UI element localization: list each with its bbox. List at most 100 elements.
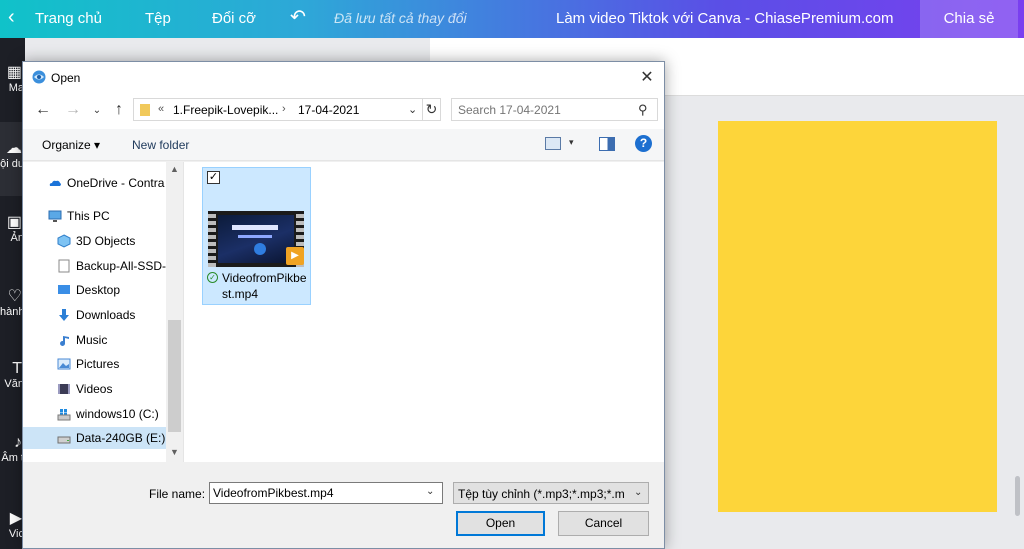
breadcrumb-segment[interactable]: 1.Freepik-Lovepik...	[173, 103, 278, 117]
play-icon: ▶	[286, 247, 304, 265]
back-arrow-icon[interactable]: ←	[33, 101, 53, 119]
navigation-pane: OneDrive - Contra This PC 3D Objects Bac…	[23, 162, 183, 462]
help-icon[interactable]: ?	[635, 135, 652, 152]
dialog-footer: File name: ⌄ Tệp tùy chỉnh (*.mp3;*.mp3;…	[23, 462, 664, 548]
canvas-scrollbar[interactable]	[1012, 96, 1024, 549]
file-name-label: VideofromPikbest.mp4	[222, 271, 307, 301]
video-thumbnail: ▶	[208, 211, 304, 267]
folder-icon	[140, 104, 150, 116]
cancel-button[interactable]: Cancel	[558, 511, 649, 536]
nav-item-label: 3D Objects	[76, 234, 136, 248]
file-list-area: ✓ ▶ ✓ VideofromPikbest.mp4	[183, 162, 664, 462]
preview-pane-icon[interactable]	[599, 137, 615, 151]
breadcrumb-overflow[interactable]: «	[158, 103, 164, 115]
nav-item-label: Backup-All-SSD-	[76, 259, 166, 273]
chevron-left-icon[interactable]: ‹	[8, 6, 15, 29]
film-strip	[208, 211, 216, 267]
scrollbar-thumb[interactable]	[1015, 476, 1020, 516]
organize-button[interactable]: Organize ▾	[42, 138, 100, 152]
nav-item-desktop[interactable]: Desktop	[23, 279, 166, 301]
nav-item-label: Videos	[76, 382, 113, 396]
this-pc-icon	[48, 210, 62, 222]
refresh-icon[interactable]: ↻	[422, 98, 440, 121]
resize-menu[interactable]: Đổi cỡ	[212, 10, 256, 27]
sync-status-icon: ✓	[207, 272, 218, 283]
nav-item-3d-objects[interactable]: 3D Objects	[23, 230, 166, 252]
nav-item-label: Pictures	[76, 357, 120, 371]
open-file-dialog: Open ✕ ← → ⌄ ↑ « 1.Freepik-Lovepik... › …	[22, 61, 665, 549]
nav-item-downloads[interactable]: Downloads	[23, 304, 166, 326]
chevron-down-icon[interactable]: ⌄	[634, 487, 642, 498]
search-icon[interactable]: ⚲	[638, 102, 648, 118]
dialog-title: Open	[51, 71, 81, 85]
nav-pane-scrollbar[interactable]: ▲ ▼	[166, 162, 183, 462]
navigation-row: ← → ⌄ ↑ « 1.Freepik-Lovepik... › 17-04-2…	[23, 93, 664, 129]
chevron-down-icon[interactable]: ▾	[569, 137, 574, 148]
design-page[interactable]	[718, 121, 997, 512]
nav-item-this-pc[interactable]: This PC	[23, 205, 166, 227]
up-arrow-icon[interactable]: ↑	[109, 101, 129, 119]
file-item[interactable]: ✓ ▶ ✓ VideofromPikbest.mp4	[202, 167, 311, 305]
address-bar[interactable]: « 1.Freepik-Lovepik... › 17-04-2021 ⌄ ↻	[133, 98, 441, 121]
chevron-up-icon[interactable]: ▲	[170, 164, 179, 174]
file-name-label: File name:	[149, 487, 206, 501]
thumbnail-graphic	[238, 235, 272, 238]
save-status: Đã lưu tất cả thay đổi	[334, 10, 467, 26]
nav-item-data-drive[interactable]: Data-240GB (E:)	[23, 427, 166, 449]
chevron-down-icon[interactable]: ⌄	[408, 103, 417, 116]
undo-icon[interactable]: ↶	[290, 6, 306, 29]
file-checkbox[interactable]: ✓	[207, 171, 220, 184]
nav-item-label: Data-240GB (E:)	[76, 431, 166, 445]
file-icon	[58, 259, 70, 273]
forward-arrow-icon[interactable]: →	[63, 101, 83, 119]
new-folder-button[interactable]: New folder	[132, 138, 189, 152]
file-type-value: Tệp tùy chỉnh (*.mp3;*.mp3;*.m	[458, 487, 625, 501]
music-icon	[60, 334, 69, 346]
chevron-down-icon[interactable]: ⌄	[426, 486, 434, 497]
onedrive-icon	[49, 180, 61, 186]
command-bar: Organize ▾ New folder ▾ ?	[23, 129, 664, 161]
desktop-icon	[58, 285, 70, 294]
dialog-title-bar: Open ✕	[23, 62, 664, 93]
nav-item-label: Music	[76, 333, 108, 347]
file-name-combobox[interactable]: ⌄	[209, 482, 443, 504]
videos-icon	[58, 384, 70, 394]
chevron-down-icon[interactable]: ▼	[170, 447, 179, 457]
thumbnail-graphic	[254, 243, 266, 255]
nav-item-onedrive[interactable]: OneDrive - Contra	[23, 172, 166, 194]
close-icon[interactable]: ✕	[629, 62, 665, 93]
thumbnail-graphic	[232, 225, 278, 230]
open-button[interactable]: Open	[456, 511, 545, 536]
view-options-icon[interactable]	[545, 137, 561, 150]
search-box[interactable]: ⚲	[451, 98, 658, 121]
file-type-select[interactable]: Tệp tùy chỉnh (*.mp3;*.mp3;*.m ⌄	[453, 482, 649, 504]
open-dialog-icon	[32, 70, 46, 84]
nav-item-label: Downloads	[76, 308, 136, 322]
document-title[interactable]: Làm video Tiktok với Canva - ChiasePremi…	[556, 10, 893, 27]
nav-item-label: Desktop	[76, 283, 121, 297]
3d-objects-icon	[57, 234, 71, 248]
nav-item-label: OneDrive - Contra	[67, 176, 165, 190]
canva-topbar: ‹ Trang chủ Tệp Đổi cỡ ↶ Đã lưu tất cả t…	[0, 0, 1024, 38]
share-button[interactable]: Chia sẻ	[920, 0, 1018, 38]
breadcrumb-segment[interactable]: 17-04-2021	[298, 103, 359, 117]
breadcrumb-separator[interactable]: ›	[282, 103, 286, 115]
drive-icon	[57, 436, 71, 444]
thumbnail-frame	[218, 215, 294, 263]
scrollbar-thumb[interactable]	[168, 320, 181, 432]
windows-drive-icon	[57, 409, 71, 421]
nav-item-windows-drive[interactable]: windows10 (C:)	[23, 403, 166, 425]
pictures-icon	[57, 358, 71, 370]
nav-item-backup[interactable]: Backup-All-SSD-	[23, 255, 166, 277]
nav-item-label: This PC	[67, 209, 110, 223]
home-link[interactable]: Trang chủ	[35, 10, 102, 27]
file-menu[interactable]: Tệp	[145, 10, 171, 27]
nav-item-music[interactable]: Music	[23, 329, 166, 351]
search-input[interactable]	[458, 103, 628, 117]
nav-item-videos[interactable]: Videos	[23, 378, 166, 400]
downloads-icon	[59, 309, 69, 321]
nav-item-pictures[interactable]: Pictures	[23, 353, 166, 375]
nav-item-label: windows10 (C:)	[76, 407, 159, 421]
recent-locations-chevron-icon[interactable]: ⌄	[87, 105, 107, 116]
file-name-input[interactable]	[213, 486, 421, 500]
